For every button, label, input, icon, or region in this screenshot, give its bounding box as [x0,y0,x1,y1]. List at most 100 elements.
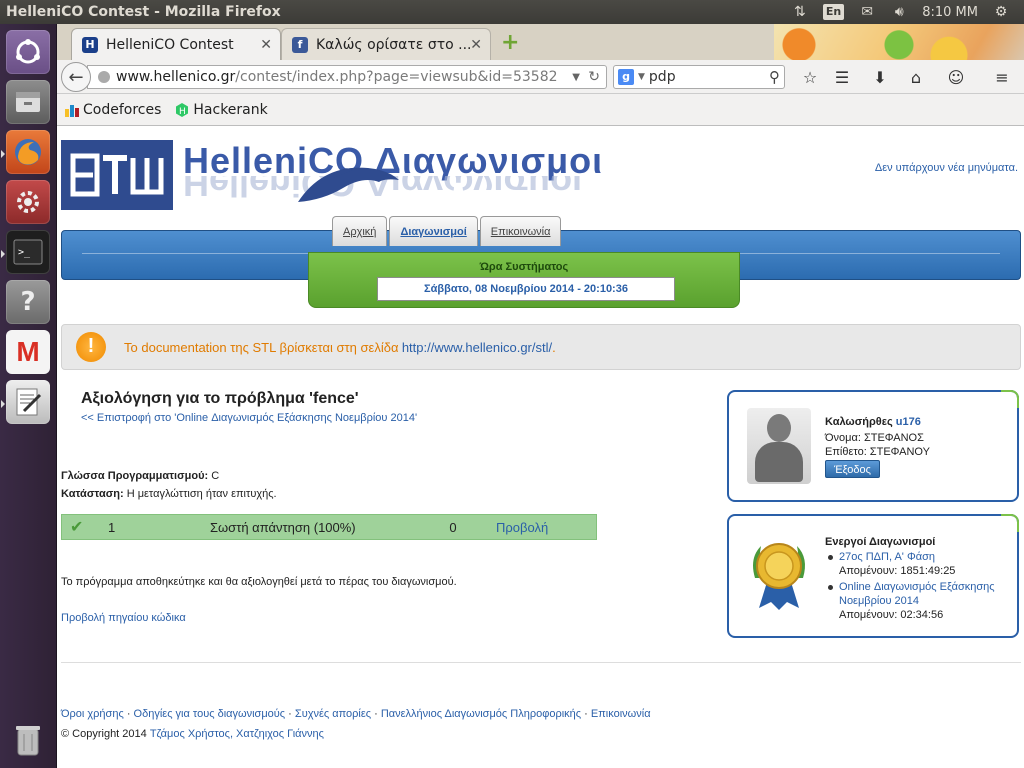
test-status: Σωστή απάντηση (100%) [210,519,356,535]
copyright-prefix: © Copyright 2014 [61,728,147,740]
top-panel: HelleniCO Contest - Mozilla Firefox ⇅ En… [0,0,1024,24]
site-logo[interactable] [61,140,173,210]
search-bar[interactable]: g ▼ pdp ⚲ [613,65,785,89]
list-item: 27ος ΠΔΠ, Α' Φάση Απομένουν: 1851:49:25 [825,550,1005,578]
test-score: 0 [449,519,457,535]
footer-link-pdp[interactable]: Πανελλήνιος Διαγωνισμός Πληροφορικής [381,708,581,720]
footer-link-guide[interactable]: Οδηγίες για τους διαγωνισμούς [134,708,286,720]
terminal-icon[interactable]: >_ [6,230,50,274]
menu-icon[interactable]: ≡ [991,67,1013,89]
medal-icon [753,543,805,610]
close-tab-icon[interactable]: ✕ [470,37,482,53]
contest-remaining: Απομένουν: 1851:49:25 [839,565,956,577]
theme-decoration [774,24,1024,60]
view-source-link[interactable]: Προβολή πηγαίου κώδικα [61,612,186,624]
text-editor-icon[interactable] [6,380,50,424]
dolphin-logo-icon [298,167,399,202]
svg-text:H: H [179,107,186,117]
menu-tab-contests[interactable]: Διαγωνισμοί [389,216,478,246]
contest-link[interactable]: Online Διαγωνισμός Εξάσκησης Νοεμβρίου 2… [839,580,1005,608]
firefox-icon[interactable] [6,130,50,174]
help-icon[interactable]: ? [6,280,50,324]
reading-list-icon[interactable]: ☰ [831,67,853,89]
url-host: www.hellenico.gr [116,69,236,85]
menu-tab-contact[interactable]: Επικοινωνία [479,216,562,246]
warning-icon: ! [76,332,106,362]
files-icon[interactable] [6,80,50,124]
reload-icon[interactable]: ↻ [588,69,600,85]
copyright: © Copyright 2014 Τζάμος Χρήστος, Χατζηιχ… [61,728,324,740]
window-title: HelleniCO Contest - Mozilla Firefox [6,4,281,20]
new-tab-plus-icon[interactable]: + [501,32,519,54]
panel-corner-decoration [1001,390,1019,408]
language-row: Γλώσσα Προγραμματισμού: C [61,470,219,482]
gmail-icon[interactable]: M [6,330,50,374]
dash-home-icon[interactable] [6,30,50,74]
addon-icon[interactable]: ☺ [945,67,967,89]
stl-notice: ! Το documentation της STL βρίσκεται στη… [61,324,1021,370]
bookmark-label: Hackerank [193,101,268,118]
logout-button[interactable]: Έξοδος [825,460,880,478]
user-last-name: Επίθετο: ΣΤΕΦΑΝΟΥ [825,446,930,458]
footer-link-terms[interactable]: Όροι χρήσης [61,708,124,720]
search-icon[interactable]: ⚲ [769,68,780,86]
trash-icon[interactable] [6,718,50,762]
test-number: 1 [108,519,116,535]
close-tab-icon[interactable]: ✕ [260,37,272,53]
web-page: HelleniCO Διαγωνισμοι HelleniCO Διαγωνισ… [57,128,1024,768]
status-value: Η μεταγλώττιση ήταν επιτυχής. [126,488,277,500]
username-link[interactable]: u176 [896,416,921,428]
google-icon[interactable]: g [618,69,634,85]
view-test-link[interactable]: Προβολή [496,520,548,535]
url-path: /contest/index.php?page=viewsub&id=53582 [235,69,558,85]
power-gear-icon[interactable]: ⚙ [992,4,1010,20]
authors-link[interactable]: Τζάμος Χρήστος, Χατζηιχος Γιάννης [150,728,324,740]
keyboard-layout-indicator[interactable]: En [822,4,845,20]
menu-tab-home[interactable]: Αρχική [332,216,388,246]
messages-link[interactable]: Δεν υπάρχουν νέα μηνύματα. [875,162,1018,174]
clock[interactable]: 8:10 MM [922,5,978,20]
system-time-box: Ώρα Συστήματος Σάββατο, 08 Νοεμβρίου 201… [308,252,740,308]
codeforces-icon [65,104,79,117]
status-label: Κατάσταση: [61,488,124,500]
network-icon[interactable]: ⇅ [791,4,809,20]
tab-welcome[interactable]: f Καλώς ορίσατε στο ... ✕ [281,28,491,60]
stl-link[interactable]: http://www.hellenico.gr/stl/ [402,340,552,355]
unity-launcher: >_ ? M [0,24,57,768]
navigation-bar: www.hellenico.gr/contest/index.php?page=… [57,60,1024,94]
tab-hellenico[interactable]: H HelleniCO Contest ✕ [71,28,281,60]
footer-link-faq[interactable]: Συχνές απορίες [295,708,371,720]
user-first-name: Όνομα: ΣΤΕΦΑΝΟΣ [825,432,924,444]
list-item: Online Διαγωνισμός Εξάσκησης Νοεμβρίου 2… [825,580,1005,622]
back-arrow-icon: ← [68,66,84,88]
bookmark-hackerank[interactable]: H Hackerank [175,101,268,118]
downloads-icon[interactable]: ⬇ [869,67,891,89]
notice-text: Το documentation της STL βρίσκεται στη σ… [124,339,399,355]
url-bar[interactable]: www.hellenico.gr/contest/index.php?page=… [87,65,607,89]
footer-links: Όροι χρήσης · Οδηγίες για τους διαγωνισμ… [61,708,651,720]
main-menu: Αρχική Διαγωνισμοί Επικοινωνία [332,216,562,246]
contest-link[interactable]: 27ος ΠΔΠ, Α' Φάση [839,550,1005,564]
check-icon: ✔ [70,519,84,536]
running-indicator [1,400,5,408]
active-contests-list: 27ος ΠΔΠ, Α' Φάση Απομένουν: 1851:49:25 … [825,550,1005,624]
user-panel: Καλωσήρθες u176 Όνομα: ΣΤΕΦΑΝΟΣ Επίθετο:… [727,390,1019,502]
home-icon[interactable]: ⌂ [905,67,927,89]
bookmark-codeforces[interactable]: Codeforces [65,102,161,118]
back-button[interactable]: ← [61,62,91,92]
volume-icon[interactable]: 🔊︎ [890,4,908,20]
search-query[interactable]: pdp [649,69,676,85]
language-label: Γλώσσα Προγραμματισμού: [61,470,209,482]
url-dropdown-icon[interactable]: ▼ [572,72,580,83]
system-time-label: Ώρα Συστήματος [479,261,569,273]
bookmark-star-icon[interactable]: ☆ [799,67,821,89]
settings-icon[interactable] [6,180,50,224]
tab-bar: H HelleniCO Contest ✕ f Καλώς ορίσατε στ… [57,24,1024,60]
mail-icon[interactable]: ✉ [858,4,876,20]
footer-link-contact[interactable]: Επικοινωνία [591,708,651,720]
search-engine-dropdown-icon[interactable]: ▼ [638,72,645,82]
tab-label: HelleniCO Contest [106,36,234,53]
running-indicator [1,250,5,258]
notice-tail: . [552,339,556,355]
back-to-contest-link[interactable]: << Επιστροφή στο 'Online Διαγωνισμός Εξά… [81,412,417,424]
